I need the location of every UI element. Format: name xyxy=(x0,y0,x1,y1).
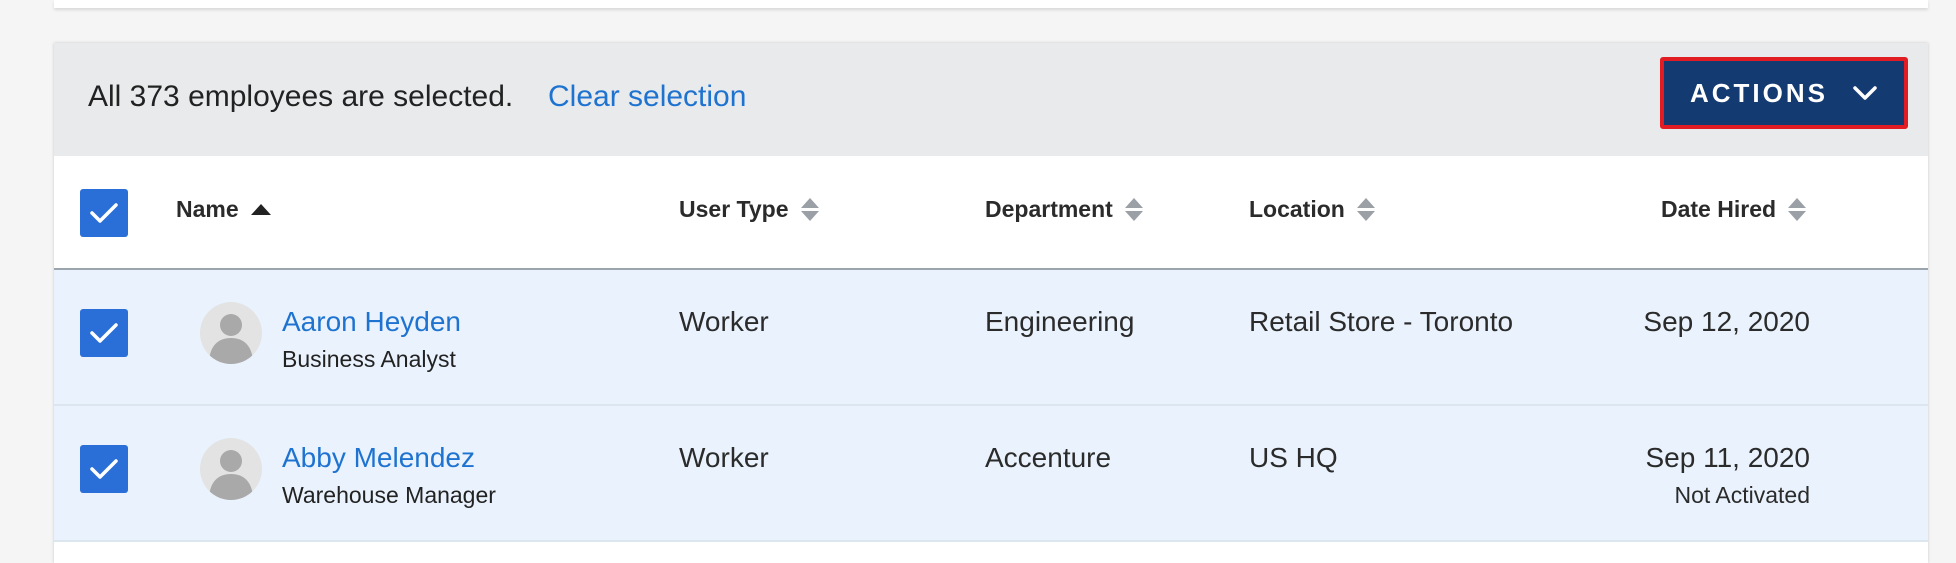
chevron-down-icon xyxy=(1853,86,1877,100)
user-type-cell: Worker xyxy=(679,306,769,337)
department-cell: Accenture xyxy=(985,442,1112,473)
activation-status: Not Activated xyxy=(1674,482,1810,508)
sort-icon xyxy=(1356,198,1375,221)
top-card xyxy=(54,0,1928,8)
column-header-date-hired-label: Date Hired xyxy=(1661,196,1777,222)
employee-title: Business Analyst xyxy=(282,346,456,372)
location-cell: US HQ xyxy=(1249,442,1338,473)
column-header-user-type-label: User Type xyxy=(679,196,789,222)
row-checkbox[interactable] xyxy=(80,309,128,357)
user-placeholder-icon xyxy=(209,314,253,364)
user-type-cell: Worker xyxy=(679,442,769,473)
checkmark-icon xyxy=(90,323,118,343)
column-header-location[interactable]: Location xyxy=(1249,196,1375,223)
column-header-department-label: Department xyxy=(985,196,1113,222)
checkmark-icon xyxy=(90,459,118,479)
clear-selection-link[interactable]: Clear selection xyxy=(548,80,746,114)
column-header-name[interactable]: Name xyxy=(176,196,271,223)
column-header-location-label: Location xyxy=(1249,196,1345,222)
selection-message: All 373 employees are selected. xyxy=(88,80,514,113)
employee-title: Warehouse Manager xyxy=(282,482,496,508)
row-checkbox[interactable] xyxy=(80,445,128,493)
employee-table-panel: All 373 employees are selected. Clear se… xyxy=(54,43,1928,563)
column-header-user-type[interactable]: User Type xyxy=(679,196,819,223)
table-row[interactable]: Abby Melendez Warehouse Manager Worker A… xyxy=(54,406,1928,542)
actions-button[interactable]: ACTIONS xyxy=(1660,57,1908,129)
department-cell: Engineering xyxy=(985,306,1135,337)
column-header-department[interactable]: Department xyxy=(985,196,1143,223)
location-cell: Retail Store - Toronto xyxy=(1249,306,1514,337)
date-hired-cell: Sep 11, 2020 xyxy=(1645,442,1810,473)
selection-bar: All 373 employees are selected. Clear se… xyxy=(54,43,1928,156)
checkmark-icon xyxy=(90,203,118,223)
employee-name-link[interactable]: Aaron Heyden xyxy=(282,306,461,338)
user-placeholder-icon xyxy=(209,450,253,500)
sort-icon xyxy=(800,198,819,221)
avatar xyxy=(200,302,262,364)
select-all-checkbox[interactable] xyxy=(80,189,128,237)
table-row[interactable]: Aaron Heyden Business Analyst Worker Eng… xyxy=(54,270,1928,406)
sort-icon xyxy=(1788,198,1807,221)
sort-icon xyxy=(1124,198,1143,221)
actions-button-label: ACTIONS xyxy=(1690,77,1828,108)
column-header-name-label: Name xyxy=(176,196,239,222)
sort-ascending-icon xyxy=(250,204,271,215)
date-hired-cell: Sep 12, 2020 xyxy=(1643,306,1810,337)
avatar xyxy=(200,438,262,500)
table-header: Name User Type Department Location Date … xyxy=(54,156,1928,270)
column-header-date-hired[interactable]: Date Hired xyxy=(1661,196,1807,223)
employee-name-link[interactable]: Abby Melendez xyxy=(282,442,475,474)
